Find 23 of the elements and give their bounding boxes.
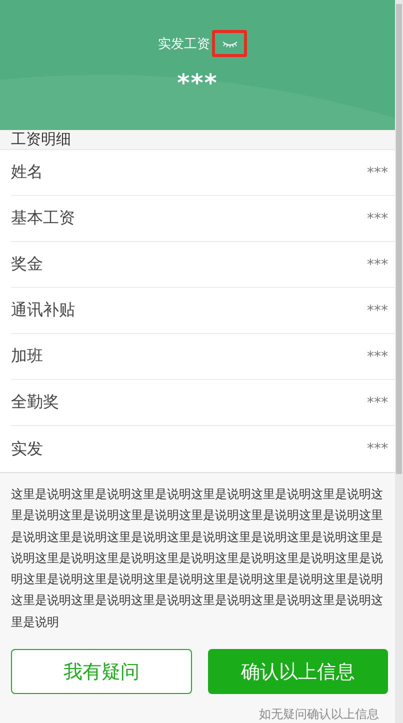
section-title: 工资明细 [0, 130, 395, 150]
row-value: *** [367, 394, 388, 410]
header-title: 实发工资 [158, 36, 210, 52]
row-value: *** [367, 256, 388, 272]
row-value: *** [367, 348, 388, 364]
row-label: 奖金 [11, 254, 43, 275]
row-value: *** [367, 164, 388, 180]
row-label: 通讯补贴 [11, 300, 75, 321]
footer-hint: 如无疑问确认以上信息 [259, 706, 379, 723]
row-value: *** [367, 302, 388, 318]
row-value: *** [367, 210, 388, 226]
confirm-button[interactable]: 确认以上信息 [208, 649, 388, 694]
row-label: 全勤奖 [11, 392, 59, 413]
row-label: 实发 [11, 438, 43, 460]
question-button[interactable]: 我有疑问 [11, 649, 192, 694]
row-label: 加班 [11, 346, 43, 367]
closed-eye-icon[interactable] [222, 40, 238, 48]
scrollbar[interactable] [395, 0, 403, 723]
row-value: *** [367, 441, 388, 457]
row-label: 姓名 [11, 162, 43, 183]
salary-amount: *** [177, 69, 218, 97]
row-label: 基本工资 [11, 208, 75, 229]
scrollbar-thumb[interactable] [396, 4, 402, 474]
